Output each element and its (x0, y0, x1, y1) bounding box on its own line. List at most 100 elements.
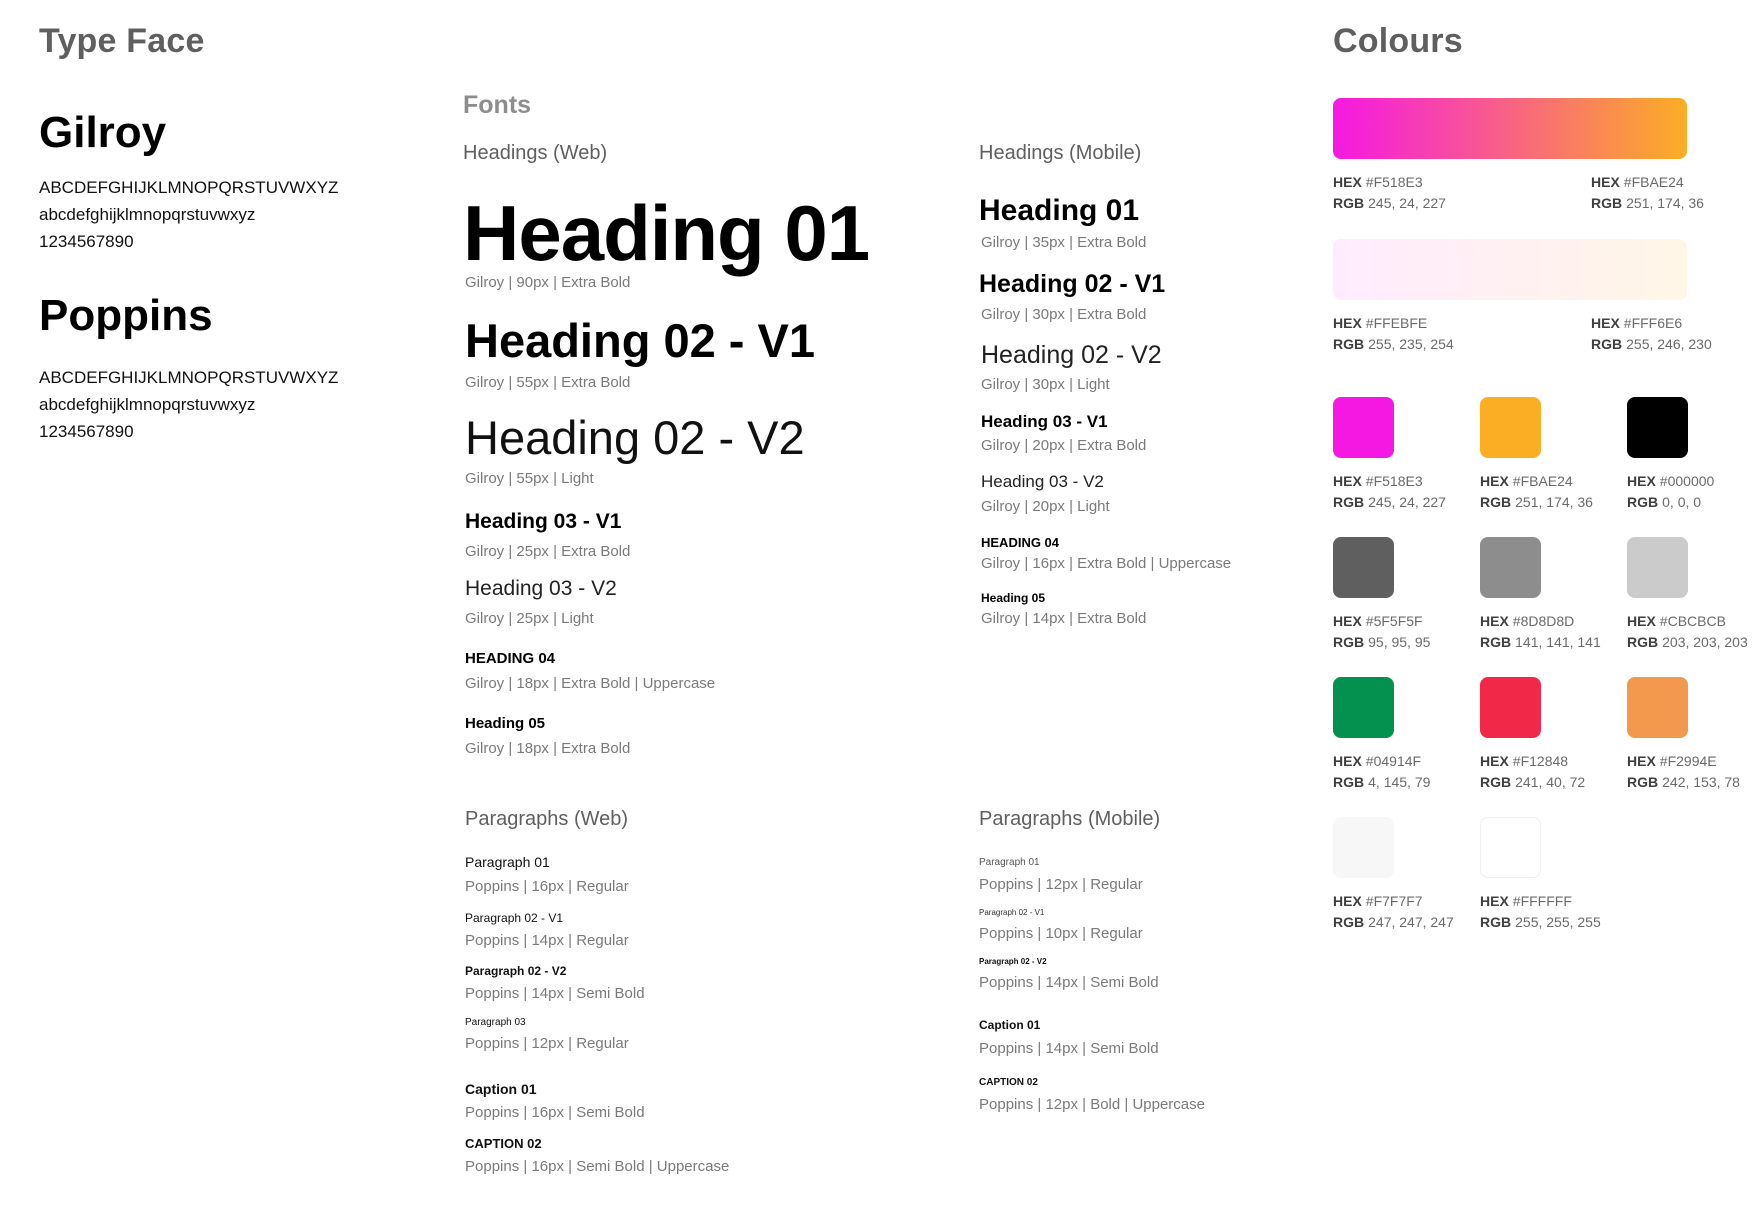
gradient-primary-end-rgb: RGB 251, 174, 36 (1591, 195, 1704, 211)
heading-mobile-05: Heading 05 (981, 591, 1046, 605)
gilroy-digits: 1234567890 (39, 232, 134, 251)
colour-hex: HEX #000000 (1627, 473, 1715, 489)
heading-web-05-spec: Gilroy | 18px | Extra Bold (465, 740, 631, 757)
heading-mobile-02-v2-spec: Gilroy | 30px | Light (981, 376, 1110, 393)
typeface-title: Type Face (39, 22, 205, 60)
gradient-light-start-hex: HEX #FFEBFE (1333, 315, 1428, 331)
gradient-light-end-rgb: RGB 255, 246, 230 (1591, 336, 1712, 352)
caption-mobile-02-spec: Poppins | 12px | Bold | Uppercase (979, 1096, 1205, 1113)
paragraph-mobile-02-v1: Paragraph 02 - V1 (979, 908, 1045, 917)
colour-swatch (1627, 537, 1688, 598)
heading-mobile-04: HEADING 04 (981, 535, 1060, 550)
poppins-lowercase: abcdefghijklmnopqrstuvwxyz (39, 395, 256, 414)
headings-web-label: Headings (Web) (463, 142, 608, 164)
gradient-swatch-primary (1333, 98, 1687, 159)
heading-web-04: HEADING 04 (465, 650, 556, 667)
heading-web-01: Heading 01 (463, 189, 870, 277)
colour-swatch (1480, 677, 1541, 738)
heading-mobile-03-v1: Heading 03 - V1 (981, 412, 1108, 431)
colour-hex: HEX #F7F7F7 (1333, 893, 1423, 909)
paragraphs-web-label: Paragraphs (Web) (465, 808, 629, 830)
colour-rgb: RGB 245, 24, 227 (1333, 494, 1446, 510)
colour-swatch (1480, 537, 1541, 598)
heading-web-02-v2-spec: Gilroy | 55px | Light (465, 470, 594, 487)
colour-swatch (1480, 397, 1541, 458)
caption-web-02-spec: Poppins | 16px | Semi Bold | Uppercase (465, 1158, 730, 1175)
heading-mobile-01: Heading 01 (979, 194, 1140, 227)
fonts-title: Fonts (463, 91, 532, 119)
paragraph-web-02-v1-spec: Poppins | 14px | Regular (465, 932, 629, 949)
paragraphs-mobile-label: Paragraphs (Mobile) (979, 808, 1161, 830)
colour-swatch (1627, 677, 1688, 738)
paragraph-mobile-02-v2-spec: Poppins | 14px | Semi Bold (979, 974, 1159, 991)
heading-web-03-v2-spec: Gilroy | 25px | Light (465, 610, 594, 627)
heading-mobile-03-v2-spec: Gilroy | 20px | Light (981, 498, 1110, 515)
heading-web-04-spec: Gilroy | 18px | Extra Bold | Uppercase (465, 675, 716, 692)
colour-hex: HEX #CBCBCB (1627, 613, 1726, 629)
heading-web-02-v1: Heading 02 - V1 (465, 314, 815, 367)
paragraph-web-02-v2-spec: Poppins | 14px | Semi Bold (465, 985, 645, 1002)
paragraph-web-02-v1: Paragraph 02 - V1 (465, 911, 564, 925)
colour-rgb: RGB 4, 145, 79 (1333, 774, 1431, 790)
poppins-digits: 1234567890 (39, 422, 134, 441)
colour-hex: HEX #FFFFFF (1480, 893, 1572, 909)
heading-mobile-02-v1-spec: Gilroy | 30px | Extra Bold (981, 306, 1147, 323)
gradient-primary-start-rgb: RGB 245, 24, 227 (1333, 195, 1446, 211)
colour-hex: HEX #F12848 (1480, 753, 1569, 769)
gradient-primary-start-hex: HEX #F518E3 (1333, 174, 1423, 190)
colour-hex: HEX #F518E3 (1333, 473, 1423, 489)
paragraph-mobile-02-v2: Paragraph 02 - V2 (979, 957, 1047, 966)
caption-mobile-02: CAPTION 02 (979, 1077, 1038, 1088)
colours-title: Colours (1333, 22, 1463, 60)
colour-rgb: RGB 247, 247, 247 (1333, 914, 1454, 930)
heading-web-05: Heading 05 (465, 715, 546, 732)
gilroy-uppercase: ABCDEFGHIJKLMNOPQRSTUVWXYZ (39, 178, 339, 197)
font-family-poppins: Poppins (39, 291, 213, 340)
colour-rgb: RGB 0, 0, 0 (1627, 494, 1702, 510)
gradient-swatch-light (1333, 239, 1687, 300)
paragraph-web-01: Paragraph 01 (465, 854, 550, 870)
colour-hex: HEX #8D8D8D (1480, 613, 1575, 629)
heading-web-03-v2: Heading 03 - V2 (465, 577, 617, 600)
caption-mobile-01: Caption 01 (979, 1018, 1041, 1032)
colour-rgb: RGB 242, 153, 78 (1627, 774, 1740, 790)
heading-mobile-05-spec: Gilroy | 14px | Extra Bold (981, 610, 1147, 627)
font-family-gilroy: Gilroy (39, 108, 167, 157)
heading-mobile-03-v1-spec: Gilroy | 20px | Extra Bold (981, 437, 1147, 454)
heading-mobile-01-spec: Gilroy | 35px | Extra Bold (981, 234, 1147, 251)
colour-rgb: RGB 241, 40, 72 (1480, 774, 1586, 790)
gradient-light-start-rgb: RGB 255, 235, 254 (1333, 336, 1454, 352)
colour-hex: HEX #5F5F5F (1333, 613, 1423, 629)
caption-web-02: CAPTION 02 (465, 1136, 542, 1151)
colour-swatch (1333, 537, 1394, 598)
heading-web-02-v1-spec: Gilroy | 55px | Extra Bold (465, 374, 631, 391)
gradient-primary-end-hex: HEX #FBAE24 (1591, 174, 1684, 190)
gradient-light-end-hex: HEX #FFF6E6 (1591, 315, 1683, 331)
colour-swatch (1333, 817, 1394, 878)
colour-rgb: RGB 203, 203, 203 (1627, 634, 1748, 650)
paragraph-mobile-01-spec: Poppins | 12px | Regular (979, 876, 1143, 893)
colour-hex: HEX #FBAE24 (1480, 473, 1573, 489)
heading-mobile-04-spec: Gilroy | 16px | Extra Bold | Uppercase (981, 555, 1232, 572)
colour-swatch (1480, 817, 1541, 878)
colour-hex: HEX #F2994E (1627, 753, 1717, 769)
paragraph-mobile-01: Paragraph 01 (979, 857, 1040, 868)
paragraph-web-02-v2: Paragraph 02 - V2 (465, 964, 567, 978)
colour-swatch (1333, 677, 1394, 738)
caption-mobile-01-spec: Poppins | 14px | Semi Bold (979, 1040, 1159, 1057)
heading-mobile-02-v1: Heading 02 - V1 (979, 270, 1166, 298)
heading-web-03-v1-spec: Gilroy | 25px | Extra Bold (465, 543, 631, 560)
colour-rgb: RGB 141, 141, 141 (1480, 634, 1601, 650)
paragraph-mobile-02-v1-spec: Poppins | 10px | Regular (979, 925, 1143, 942)
heading-mobile-02-v2: Heading 02 - V2 (981, 341, 1162, 369)
colour-rgb: RGB 255, 255, 255 (1480, 914, 1601, 930)
caption-web-01-spec: Poppins | 16px | Semi Bold (465, 1104, 645, 1121)
colour-rgb: RGB 95, 95, 95 (1333, 634, 1431, 650)
caption-web-01: Caption 01 (465, 1081, 537, 1097)
heading-web-02-v2: Heading 02 - V2 (465, 411, 805, 464)
colour-hex: HEX #04914F (1333, 753, 1422, 769)
paragraph-web-03-spec: Poppins | 12px | Regular (465, 1035, 629, 1052)
paragraph-web-01-spec: Poppins | 16px | Regular (465, 878, 629, 895)
colour-rgb: RGB 251, 174, 36 (1480, 494, 1593, 510)
headings-mobile-label: Headings (Mobile) (979, 142, 1142, 164)
